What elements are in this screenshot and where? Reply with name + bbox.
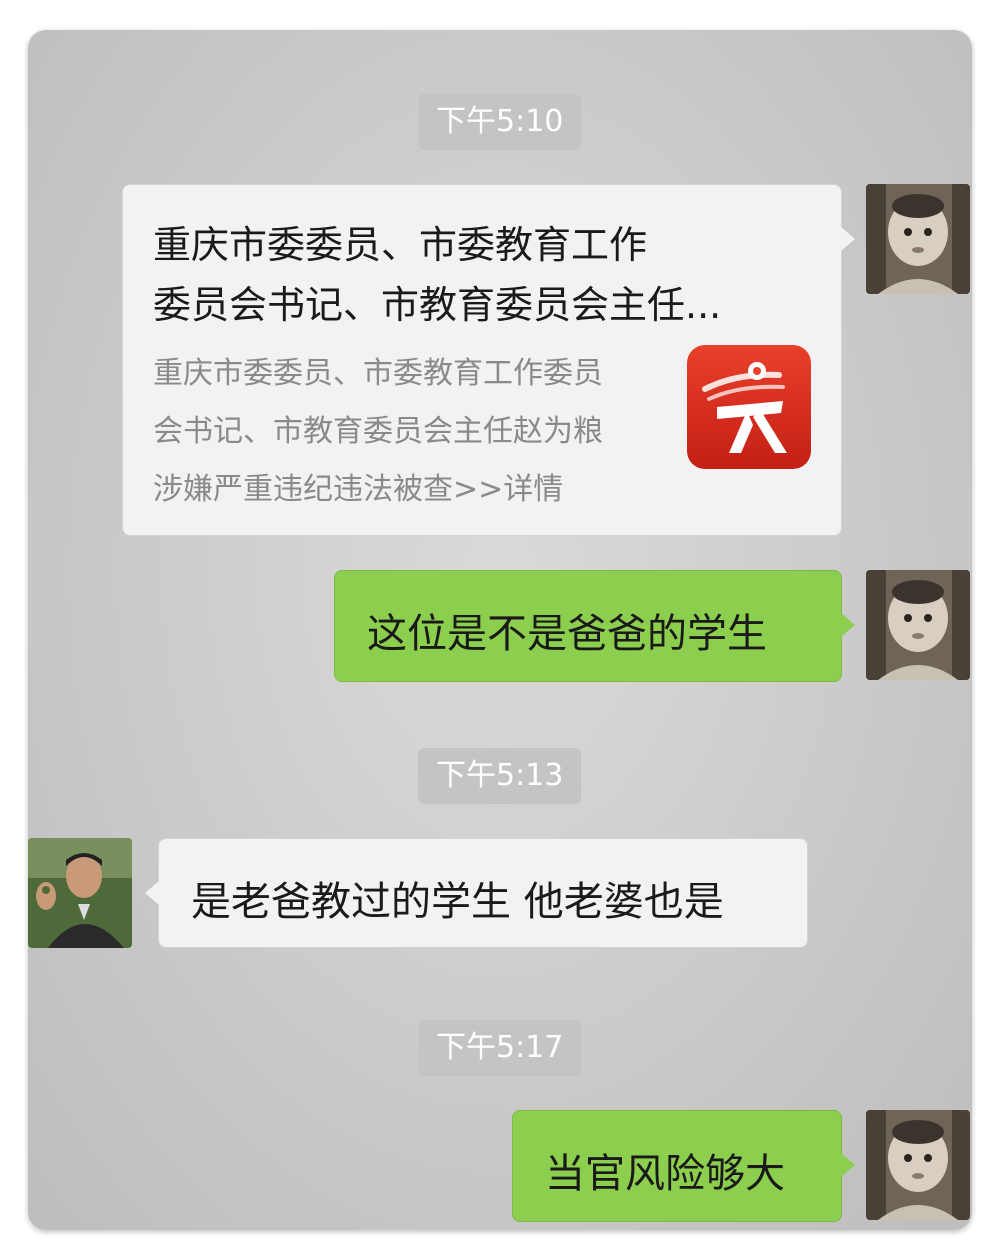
sent-message[interactable]: 当官风险够大 xyxy=(512,1110,855,1222)
message-text: 这位是不是爸爸的学生 xyxy=(367,611,767,657)
message-text: 是老爸教过的学生 他老婆也是 xyxy=(191,879,724,925)
timestamp: 下午5:17 xyxy=(418,1020,582,1076)
self-avatar[interactable] xyxy=(866,184,970,294)
chat-window: 下午5:10 重庆市委委员、市委教育工作 委员会书记、市教育委员会主任... 重… xyxy=(28,30,972,1230)
sent-message[interactable]: 这位是不是爸爸的学生 xyxy=(334,570,855,682)
link-card-title: 重庆市委委员、市委教育工作 委员会书记、市教育委员会主任... xyxy=(153,223,722,327)
self-avatar[interactable] xyxy=(866,1110,970,1220)
contact-avatar[interactable] xyxy=(28,838,132,948)
link-card-description: 重庆市委委员、市委教育工作委员 会书记、市教育委员会主任赵为粮 涉嫌严重违纪违法… xyxy=(153,356,603,507)
received-message[interactable]: 是老爸教过的学生 他老婆也是 xyxy=(145,838,808,948)
timestamp: 下午5:10 xyxy=(418,94,582,150)
self-avatar[interactable] xyxy=(866,570,970,680)
timestamp: 下午5:13 xyxy=(418,748,582,804)
message-text: 当官风险够大 xyxy=(545,1151,785,1197)
news-app-icon xyxy=(687,345,811,469)
link-card-message[interactable]: 重庆市委委员、市委教育工作 委员会书记、市教育委员会主任... 重庆市委委员、市… xyxy=(122,184,855,536)
